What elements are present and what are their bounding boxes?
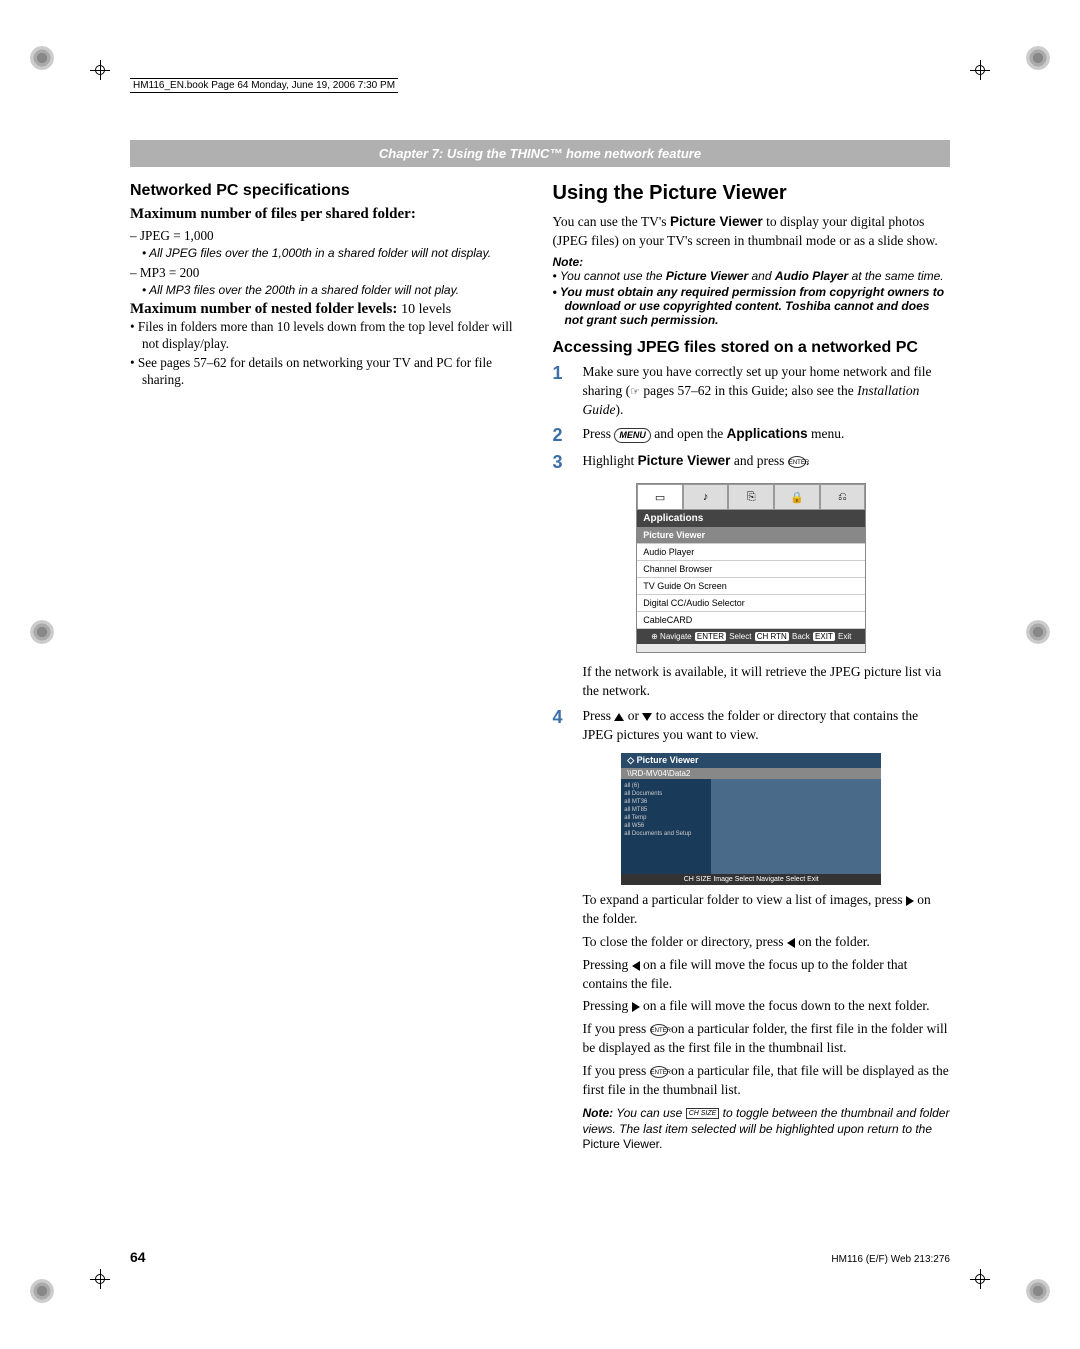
body-text: To expand a particular folder to view a … (583, 891, 951, 929)
page-number: 64 (130, 1249, 146, 1265)
registration-mark (1026, 46, 1050, 70)
body-text: Pressing on a file will move the focus u… (583, 956, 951, 994)
menu-item: CableCARD (637, 612, 865, 629)
right-column: Using the Picture Viewer You can use the… (553, 182, 951, 1153)
registration-mark (30, 1279, 54, 1303)
crop-mark (970, 60, 990, 80)
registration-mark (1026, 620, 1050, 644)
up-arrow-icon (614, 713, 624, 721)
right-arrow-icon (906, 896, 914, 906)
page-title: Using the Picture Viewer (553, 182, 951, 205)
value: 10 levels (401, 302, 451, 317)
menu-footer: ⊕ Navigate ENTER Select CH RTN Back EXIT… (637, 629, 865, 644)
list-item: • Files in folders more than 10 levels d… (142, 318, 528, 352)
menu-item: Digital CC/Audio Selector (637, 595, 865, 612)
note-item: • You cannot use the Picture Viewer and … (565, 269, 951, 283)
list-item: • All JPEG files over the 1,000th in a s… (154, 246, 528, 262)
tab-icon: ▭ (637, 484, 683, 510)
step-number: 4 (553, 707, 583, 745)
menu-item: Channel Browser (637, 561, 865, 578)
crop-mark (90, 60, 110, 80)
list-item: • All MP3 files over the 200th in a shar… (154, 283, 528, 299)
step-number: 2 (553, 425, 583, 446)
list-item: • See pages 57–62 for details on network… (142, 354, 528, 388)
menu-item: TV Guide On Screen (637, 578, 865, 595)
list-item: – MP3 = 200 (142, 264, 528, 281)
tab-icon: ⎌ (820, 484, 866, 510)
step: 1 Make sure you have correctly set up yo… (553, 363, 951, 420)
body-text: Pressing on a file will move the focus d… (583, 997, 951, 1016)
left-column: Networked PC specifications Maximum numb… (130, 182, 528, 1153)
note-block: Note: • You cannot use the Picture Viewe… (553, 255, 951, 327)
step: 4 Press or to access the folder or direc… (553, 707, 951, 745)
step-number: 3 (553, 452, 583, 473)
registration-mark (30, 46, 54, 70)
step-number: 1 (553, 363, 583, 420)
note-text: Note: You can use CH SIZE to toggle betw… (583, 1106, 951, 1153)
body-text: You can use the TV's Picture Viewer to d… (553, 213, 951, 251)
left-arrow-icon (632, 961, 640, 971)
menu-button-icon: MENU (614, 428, 651, 443)
down-arrow-icon (642, 713, 652, 721)
applications-menu-screenshot: ▭ ♪ ⎘ 🔒 ⎌ Applications Picture Viewer Au… (636, 483, 866, 653)
registration-mark (30, 620, 54, 644)
footer-code: HM116 (E/F) Web 213:276 (831, 1254, 950, 1265)
right-arrow-icon (632, 1002, 640, 1012)
step: 2 Press MENU and open the Applications m… (553, 425, 951, 446)
body-text: If you press ENTER on a particular file,… (583, 1062, 951, 1100)
subheading: Maximum number of files per shared folde… (130, 206, 528, 223)
tab-icon: ♪ (683, 484, 729, 510)
step: 3 Highlight Picture Viewer and press ENT… (553, 452, 951, 473)
list-item: – JPEG = 1,000 (142, 227, 528, 244)
chsize-button-icon: CH SIZE (686, 1108, 720, 1119)
left-arrow-icon (787, 938, 795, 948)
menu-title: Applications (637, 510, 865, 527)
note-item: • You must obtain any required permissio… (565, 285, 951, 327)
crop-mark (90, 1269, 110, 1289)
tab-icon: 🔒 (774, 484, 820, 510)
menu-item: Picture Viewer (637, 527, 865, 544)
body-text: To close the folder or directory, press … (583, 933, 951, 952)
body-text: If you press ENTER on a particular folde… (583, 1020, 951, 1058)
pointer-icon: ☞ (630, 386, 640, 398)
crop-mark (970, 1269, 990, 1289)
enter-button-icon: ENTER (788, 456, 806, 468)
print-header: HM116_EN.book Page 64 Monday, June 19, 2… (130, 78, 398, 93)
section-heading: Accessing JPEG files stored on a network… (553, 339, 951, 357)
subheading: Maximum number of nested folder levels: (130, 301, 401, 317)
registration-mark (1026, 1279, 1050, 1303)
enter-button-icon: ENTER (650, 1024, 668, 1036)
section-heading: Networked PC specifications (130, 182, 528, 200)
body-text: If the network is available, it will ret… (583, 663, 951, 701)
menu-item: Audio Player (637, 544, 865, 561)
enter-button-icon: ENTER (650, 1066, 668, 1078)
tab-icon: ⎘ (728, 484, 774, 510)
picture-viewer-screenshot: ◇ Picture Viewer \\RD-MV04\Data2 all (6)… (621, 753, 881, 883)
chapter-header: Chapter 7: Using the THINC™ home network… (130, 140, 950, 167)
